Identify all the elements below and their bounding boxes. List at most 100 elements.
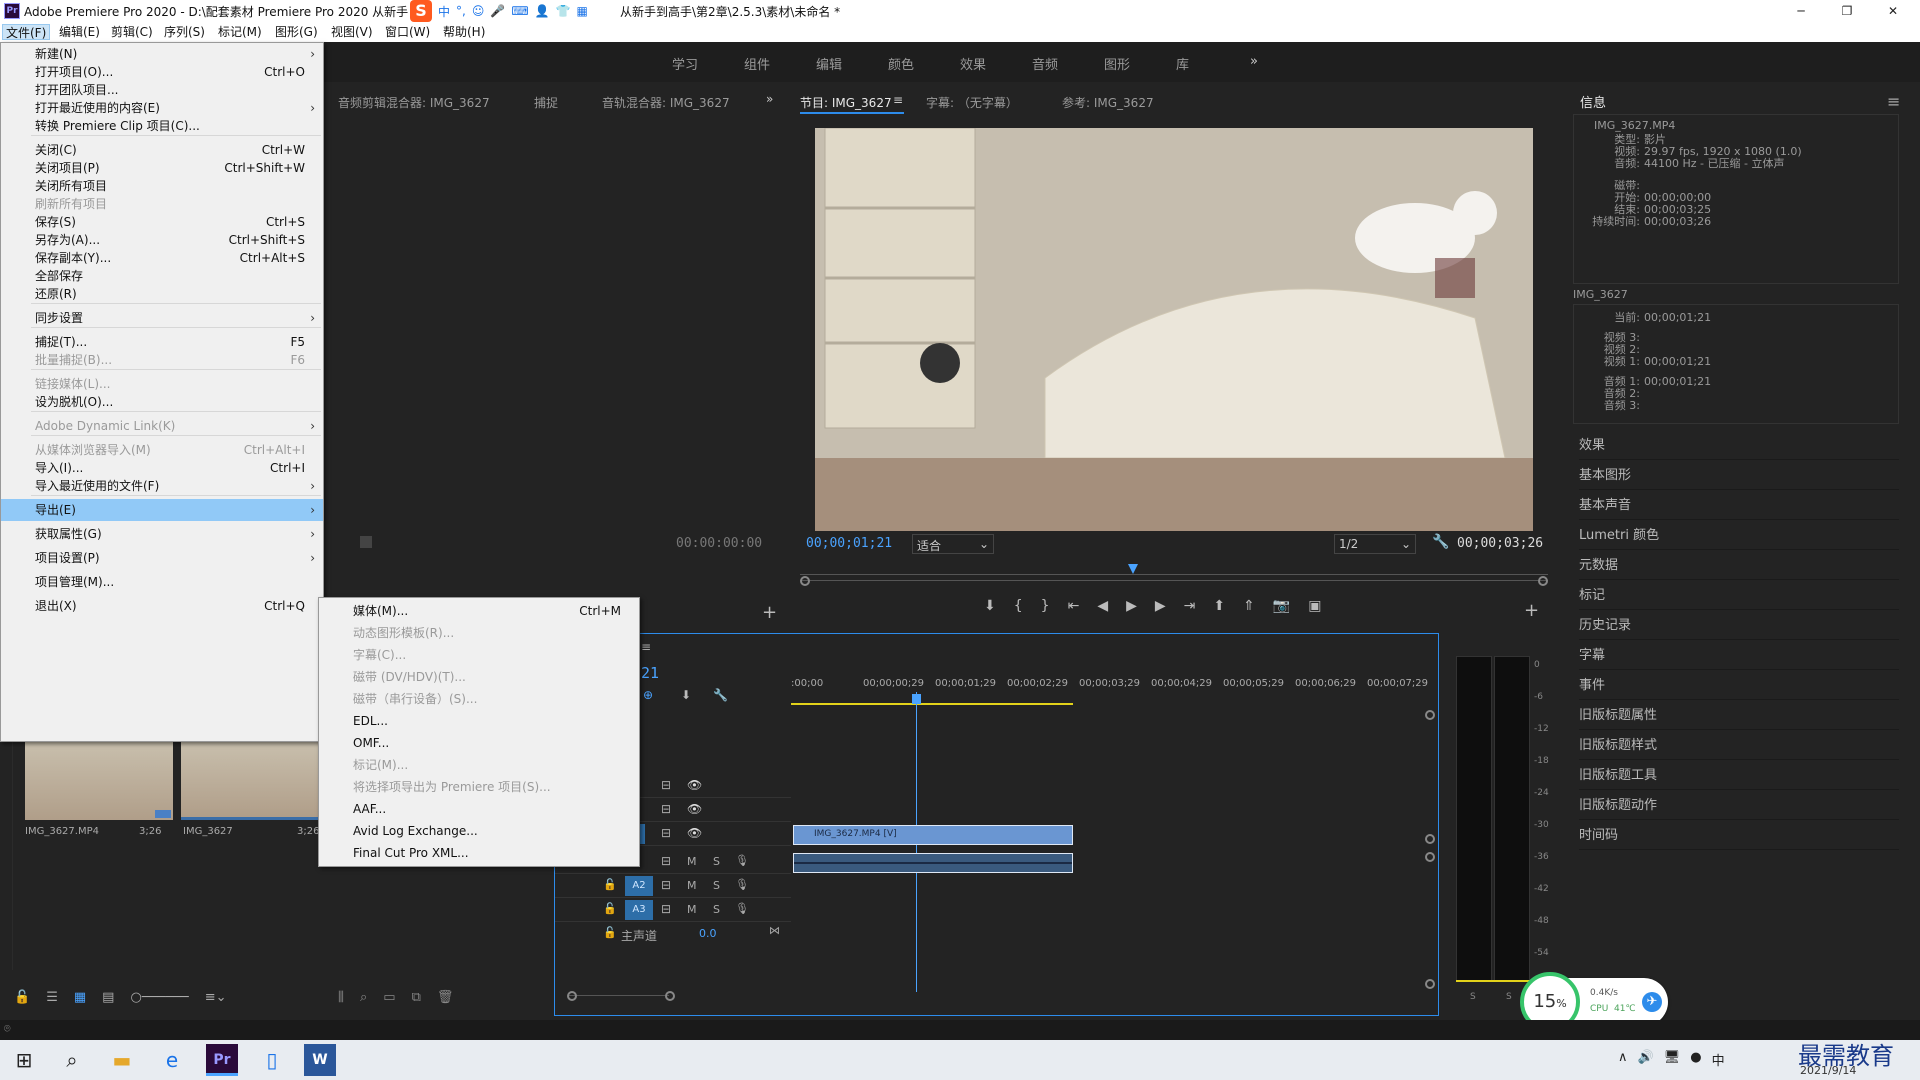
solo-button[interactable]: S — [713, 879, 720, 892]
source-settings-icon[interactable] — [360, 536, 372, 548]
panel-item[interactable]: 效果 — [1579, 432, 1899, 460]
vscroll-handle-mid2[interactable] — [1425, 852, 1435, 862]
film-icon[interactable]: ⊟ — [661, 826, 671, 840]
master-meter-icon[interactable]: ⋈ — [769, 924, 780, 937]
menu-clip[interactable]: 剪辑(C) — [108, 24, 156, 40]
step-back-icon[interactable]: ◀ — [1097, 598, 1108, 614]
snap-icon[interactable]: ⊕ — [643, 688, 653, 702]
lift-icon[interactable]: ⬆ — [1213, 598, 1225, 614]
panel-item[interactable]: 标记 — [1579, 582, 1899, 610]
tray-expand-icon[interactable]: ∧ — [1618, 1050, 1628, 1069]
ws-graphics[interactable]: 图形 — [1104, 54, 1130, 73]
tab-program[interactable]: 节目: IMG_3627 — [800, 94, 892, 111]
file-menu-item[interactable]: 项目管理(M)... — [1, 571, 323, 593]
premiere-taskbar-icon[interactable]: Pr — [206, 1044, 238, 1076]
add-button-icon[interactable]: + — [762, 602, 777, 623]
zoom-bar[interactable] — [800, 580, 1548, 581]
zoom-handle-left[interactable] — [800, 576, 810, 586]
file-explorer-icon[interactable]: ▬ — [106, 1044, 138, 1076]
menu-marker[interactable]: 标记(M) — [215, 24, 265, 40]
program-current-timecode[interactable]: 00;00;01;21 — [806, 536, 892, 551]
step-forward-icon[interactable]: ▶ — [1155, 598, 1166, 614]
program-menu-icon[interactable]: ≡ — [893, 93, 903, 107]
eye-icon[interactable]: 👁 — [687, 802, 702, 816]
file-menu-item[interactable]: 项目设置(P) › — [1, 547, 323, 569]
lock-icon[interactable]: 🔓 — [14, 990, 30, 1005]
new-bin-icon[interactable]: ▭ — [383, 990, 395, 1005]
panel-item[interactable]: 旧版标题动作 — [1579, 792, 1899, 820]
program-add-button-icon[interactable]: + — [1524, 600, 1539, 621]
menu-file[interactable]: 文件(F) — [2, 24, 51, 40]
tab-capture[interactable]: 捕捉 — [534, 94, 558, 111]
info-menu-icon[interactable]: ≡ — [1887, 92, 1900, 111]
close-button[interactable]: ✕ — [1870, 0, 1916, 22]
emoji-icon[interactable]: ☺ — [472, 4, 485, 18]
playhead-handle[interactable] — [912, 694, 921, 704]
playhead-marker[interactable] — [1128, 564, 1138, 574]
keyboard-icon[interactable]: ⌨ — [511, 4, 528, 18]
timeline-menu-icon[interactable]: ≡ — [641, 640, 651, 654]
resolution-select[interactable]: 1/2 ⌄ — [1334, 534, 1416, 554]
ws-learn[interactable]: 学习 — [672, 54, 698, 73]
file-menu-item[interactable]: 导入最近使用的文件(F) › — [1, 475, 323, 497]
panel-item[interactable]: 元数据 — [1579, 552, 1899, 580]
edge-browser-icon[interactable]: e — [156, 1044, 188, 1076]
film-icon[interactable]: ⊟ — [661, 854, 671, 868]
tab-reference[interactable]: 参考: IMG_3627 — [1062, 94, 1154, 111]
play-icon[interactable]: ▶ — [1126, 598, 1137, 614]
sort-icon[interactable]: ≡⌄ — [205, 990, 227, 1005]
hscroll-handle-right[interactable] — [665, 991, 675, 1001]
film-icon[interactable]: ⊟ — [661, 802, 671, 816]
menu-graphics[interactable]: 图形(G) — [272, 24, 321, 40]
lock-icon[interactable]: 🔓 — [603, 902, 617, 915]
trash-icon[interactable]: 🗑 — [437, 990, 454, 1005]
panel-item[interactable]: 时间码 — [1579, 822, 1899, 850]
file-menu-item[interactable]: 导出(E) › — [1, 499, 323, 521]
user-icon[interactable]: 👤 — [535, 4, 550, 18]
wrench-icon[interactable]: 🔧 — [1432, 534, 1449, 550]
menu-edit[interactable]: 编辑(E) — [56, 24, 103, 40]
freeform-view-icon[interactable]: ▤ — [102, 990, 114, 1005]
menu-view[interactable]: 视图(V) — [328, 24, 376, 40]
compare-view-icon[interactable]: ▣ — [1308, 598, 1321, 614]
ws-libraries[interactable]: 库 — [1176, 54, 1189, 73]
go-to-in-icon[interactable]: ⇤ — [1068, 598, 1080, 614]
ws-audio[interactable]: 音频 — [1032, 54, 1058, 73]
mute-button[interactable]: M — [687, 903, 697, 916]
ws-more-icon[interactable]: » — [1250, 54, 1258, 69]
fit-select[interactable]: 适合 ⌄ — [912, 534, 994, 554]
panel-item[interactable]: 基本图形 — [1579, 462, 1899, 490]
export-menu-item[interactable]: Final Cut Pro XML... — [319, 842, 639, 864]
ws-color[interactable]: 颜色 — [888, 54, 914, 73]
program-video-frame[interactable] — [815, 128, 1533, 531]
panel-item[interactable]: 旧版标题工具 — [1579, 762, 1899, 790]
mark-in-icon[interactable]: { — [1014, 598, 1023, 614]
panel-item[interactable]: Lumetri 颜色 — [1579, 522, 1899, 550]
mark-out-icon[interactable]: } — [1041, 598, 1050, 614]
mic-icon[interactable]: 🎙 — [735, 902, 749, 915]
ime-mode[interactable]: 中 — [438, 3, 450, 20]
icon-view-icon[interactable]: ▦ — [74, 990, 86, 1005]
project-thumb-2[interactable] — [181, 740, 329, 820]
panel-item[interactable]: 旧版标题属性 — [1579, 702, 1899, 730]
audio-clip[interactable] — [793, 853, 1073, 873]
add-marker-icon[interactable]: ⬇ — [984, 598, 996, 614]
lock-icon[interactable]: 🔓 — [603, 878, 617, 891]
zoom-handle-right[interactable] — [1538, 576, 1548, 586]
eye-icon[interactable]: 👁 — [687, 778, 702, 792]
meter-solo-right[interactable]: S — [1506, 992, 1512, 1002]
volume-icon[interactable]: 🔊 — [1638, 1050, 1654, 1069]
more-tabs-icon[interactable]: » — [766, 92, 773, 106]
solo-button[interactable]: S — [713, 855, 720, 868]
meter-solo-left[interactable]: S — [1470, 992, 1476, 1002]
export-frame-icon[interactable]: 📷 — [1273, 598, 1290, 614]
panel-item[interactable]: 事件 — [1579, 672, 1899, 700]
maximize-button[interactable]: ❐ — [1824, 0, 1870, 22]
automate-icon[interactable]: ⫼ — [338, 990, 344, 1005]
panel-item[interactable]: 旧版标题样式 — [1579, 732, 1899, 760]
network-icon[interactable]: 🖥 — [1664, 1050, 1681, 1069]
panel-item[interactable]: 基本声音 — [1579, 492, 1899, 520]
timeline-timecode[interactable]: 21 — [641, 664, 659, 682]
ws-effects[interactable]: 效果 — [960, 54, 986, 73]
system-monitor-widget[interactable]: 15% 0.4K/s CPU 41℃ ✈ — [1520, 972, 1668, 1032]
